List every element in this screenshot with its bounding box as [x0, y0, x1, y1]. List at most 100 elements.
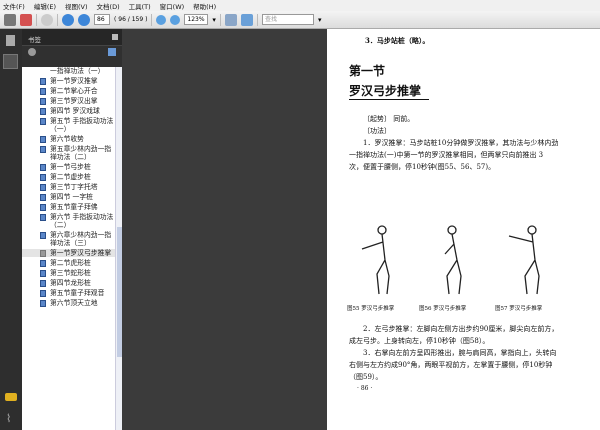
bookmark-item[interactable]: 一指禅功法（一）	[22, 67, 122, 75]
bookmark-item[interactable]: 第二节虎形桩	[22, 259, 122, 267]
section-label: 第一节	[349, 64, 386, 78]
zoom-input[interactable]: 123%	[184, 14, 209, 25]
bookmark-item[interactable]: 第二节虚步桩	[22, 173, 122, 181]
bookmarks-icon[interactable]	[3, 54, 18, 69]
bookmark-item[interactable]: 第五章少林内劲一指禅功法（二）	[22, 145, 122, 161]
bookmark-icon	[40, 136, 46, 143]
print-icon[interactable]	[4, 13, 16, 26]
zoom-dropdown-icon[interactable]: ▾	[212, 16, 216, 24]
bookmark-item[interactable]: 第三节蛇形桩	[22, 269, 122, 277]
bookmark-item[interactable]: 第四节 一字桩	[22, 193, 122, 201]
bookmarks-panel: 书签 一指禅功法（一） 第一节罗汉推掌第二节掌心开合 第三节罗汉出掌 第四节 罗汉戏球…	[22, 29, 122, 430]
bookmark-label: 第一节弓步桩	[50, 163, 91, 171]
search-input[interactable]: 查找	[261, 14, 314, 25]
bookmark-icon	[40, 270, 46, 277]
figure-caption: 图57 罗汉弓步推掌	[495, 306, 543, 312]
divider	[151, 13, 153, 26]
bookmark-list: 一指禅功法（一） 第一节罗汉推掌 第二节掌心开合 第三节罗汉出掌 第四节 罗汉戏球 第五节…	[22, 67, 122, 430]
bookmark-label: 第四节龙形桩	[50, 279, 91, 287]
gear-icon[interactable]	[28, 48, 36, 56]
bookmark-item[interactable]: 第一节罗汉弓步推掌	[22, 249, 122, 257]
bookmark-item[interactable]: 第五节童子拜佛	[22, 203, 122, 211]
zoom-out-icon[interactable]	[156, 14, 167, 25]
bookmark-label: 第二节虚步桩	[50, 173, 91, 181]
figure-caption: 图56 罗汉弓步推掌	[419, 306, 467, 312]
bookmark-icon	[40, 232, 46, 239]
bookmark-item[interactable]: 第一节弓步桩	[22, 163, 122, 171]
paragraph-2: 2．左弓步推掌：左脚向左侧方出步约90厘米，脚尖向左前方，成左弓步。上身转向左，…	[349, 325, 559, 345]
panel-options-button[interactable]	[112, 34, 118, 40]
page-number-input[interactable]: 86	[94, 14, 110, 25]
pages-icon[interactable]	[6, 35, 15, 46]
menu-edit[interactable]: 编辑(E)	[34, 1, 56, 11]
figure-55	[361, 225, 390, 295]
bookmark-icon	[40, 174, 46, 181]
bookmark-label: 第六章少林内劲一指禅功法（三）	[50, 231, 112, 247]
bookmark-icon	[40, 184, 46, 191]
search-dropdown-icon[interactable]: ▾	[318, 16, 322, 24]
bookmark-label: 一指禅功法（一）	[50, 67, 105, 75]
bookmark-item[interactable]: 第四节龙形桩	[22, 279, 122, 287]
menu-bar: 文件(F) 编辑(E) 视图(V) 文档(D) 工具(T) 窗口(W) 帮助(H…	[0, 0, 600, 11]
bookmark-icon	[40, 214, 46, 221]
bookmark-icon	[40, 250, 46, 257]
divider	[57, 13, 58, 26]
bookmark-icon	[40, 280, 46, 287]
bookmark-scrollbar[interactable]	[115, 67, 122, 430]
figure-57	[508, 225, 540, 295]
bookmark-icon	[40, 78, 46, 85]
bookmark-item[interactable]: 第三节罗汉出掌	[22, 97, 122, 105]
bookmark-icon	[40, 108, 46, 115]
new-bookmark-icon[interactable]	[108, 48, 116, 56]
figure-56	[444, 225, 462, 295]
prev-page-icon[interactable]	[62, 13, 74, 26]
bookmark-icon	[40, 290, 46, 297]
text-line: 3．马步站桩（略）。	[365, 36, 430, 45]
menu-help[interactable]: 帮助(H)	[193, 1, 216, 11]
bookmark-icon	[40, 260, 46, 267]
bookmark-label: 第一节罗汉推掌	[50, 77, 98, 85]
bookmark-label: 第三节丁字托塔	[50, 183, 98, 191]
bookmark-icon	[40, 98, 46, 105]
bookmark-label: 第一节罗汉弓步推掌	[50, 249, 112, 257]
bookmark-item[interactable]: 第六章少林内劲一指禅功法（三）	[22, 231, 122, 247]
panel-title: 书签	[28, 36, 41, 44]
document-area	[122, 29, 327, 430]
bookmark-icon	[40, 118, 46, 125]
bookmark-item[interactable]: 第五节童子拜观音	[22, 289, 122, 297]
menu-document[interactable]: 文档(D)	[97, 1, 120, 11]
bookmark-item[interactable]: 第四节 罗汉戏球	[22, 107, 122, 115]
bookmark-label: 第五节童子拜观音	[50, 289, 105, 297]
divider	[219, 13, 221, 26]
paragraph-1: 1．罗汉推掌：马步站桩10分钟做罗汉推掌，其功法与少林内劲一指禅功法(一)中第一…	[349, 139, 559, 171]
bookmark-label: 第三节蛇形桩	[50, 269, 91, 277]
fit-width-icon[interactable]	[224, 13, 237, 26]
navigation-strip: ⌇	[0, 29, 22, 430]
fit-page-icon[interactable]	[240, 13, 253, 26]
bookmark-label: 第四节 一字桩	[50, 193, 93, 201]
bookmark-item[interactable]: 第二节掌心开合	[22, 87, 122, 95]
bookmark-item[interactable]: 第六节 手指扳动功法（二）	[22, 213, 122, 229]
attachments-icon[interactable]: ⌇	[6, 412, 11, 425]
bookmark-icon	[40, 300, 46, 307]
bookmark-item[interactable]: 第六节顶天立地	[22, 299, 122, 307]
bookmark-label: 第五章少林内劲一指禅功法（二）	[50, 145, 112, 161]
zoom-in-icon[interactable]	[170, 14, 181, 25]
paragraph-3: 3．右掌向左前方呈四形推出，腕与肩同高，掌指向上，头转向右侧与左方约成90°角，…	[349, 349, 557, 381]
comment-icon[interactable]	[41, 13, 53, 26]
share-icon[interactable]	[20, 13, 32, 26]
menu-view[interactable]: 视图(V)	[65, 1, 88, 11]
bookmark-item[interactable]: 第一节罗汉推掌	[22, 77, 122, 85]
menu-window[interactable]: 窗口(W)	[160, 1, 185, 11]
comments-icon[interactable]	[5, 393, 17, 401]
bookmark-item[interactable]: 第五节 手指扳动功法（一）	[22, 117, 122, 133]
panel-toolbar	[22, 46, 122, 58]
menu-file[interactable]: 文件(F)	[3, 1, 25, 11]
bookmark-icon	[40, 146, 46, 153]
bookmark-item[interactable]: 第六节收势	[22, 135, 122, 143]
bookmark-item[interactable]: 第三节丁字托塔	[22, 183, 122, 191]
page-number: · 86 ·	[357, 385, 373, 392]
next-page-icon[interactable]	[78, 13, 90, 26]
menu-tools[interactable]: 工具(T)	[129, 1, 151, 11]
page-count: ( 96 / 159 )	[114, 16, 148, 23]
